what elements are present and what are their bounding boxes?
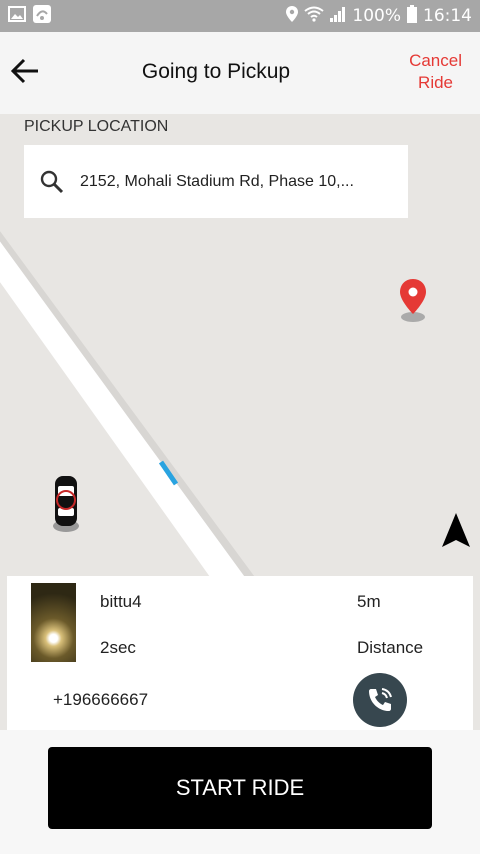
destination-pin-icon xyxy=(400,279,426,322)
cancel-ride-label-line1: Cancel xyxy=(409,51,462,70)
driver-name: bittu4 xyxy=(100,592,142,611)
cancel-ride-label-line2: Ride xyxy=(418,73,454,92)
battery-icon xyxy=(407,4,417,28)
navigation-arrow-icon xyxy=(442,513,470,547)
pickup-address: 2152, Mohali Stadium Rd, Phase 10,... xyxy=(80,172,354,190)
status-bar: 100% 16:14 xyxy=(0,0,480,32)
signal-icon xyxy=(330,6,346,27)
wifi-icon xyxy=(304,6,325,27)
pickup-location-label: PICKUP LOCATION xyxy=(24,118,169,135)
car-icon xyxy=(53,476,79,532)
clock: 16:14 xyxy=(423,6,472,26)
phone-call-icon xyxy=(369,688,392,711)
app-icon xyxy=(32,4,52,29)
start-ride-button[interactable]: START RIDE xyxy=(48,747,432,829)
app-bar: Going to Pickup Cancel Ride xyxy=(0,32,480,114)
gallery-icon xyxy=(8,5,26,27)
road-edge xyxy=(0,231,260,584)
driver-phone[interactable]: +196666667 xyxy=(53,690,148,710)
battery-percent: 100% xyxy=(352,6,401,26)
cancel-ride-button[interactable]: Cancel Ride xyxy=(409,50,462,94)
driver-photo xyxy=(31,583,76,662)
pickup-search-field[interactable]: 2152, Mohali Stadium Rd, Phase 10,... xyxy=(24,145,408,218)
search-icon xyxy=(40,170,64,193)
eta-value: 2sec xyxy=(100,638,136,657)
distance-label: Distance xyxy=(357,638,424,657)
location-icon xyxy=(286,5,299,27)
call-button[interactable] xyxy=(353,673,407,727)
driver-info-card: bittu4 2sec 5m Distance +196666667 xyxy=(7,576,473,730)
page-title: Going to Pickup xyxy=(141,60,291,83)
bottom-panel: START RIDE xyxy=(0,730,480,854)
distance-value: 5m xyxy=(357,592,381,611)
